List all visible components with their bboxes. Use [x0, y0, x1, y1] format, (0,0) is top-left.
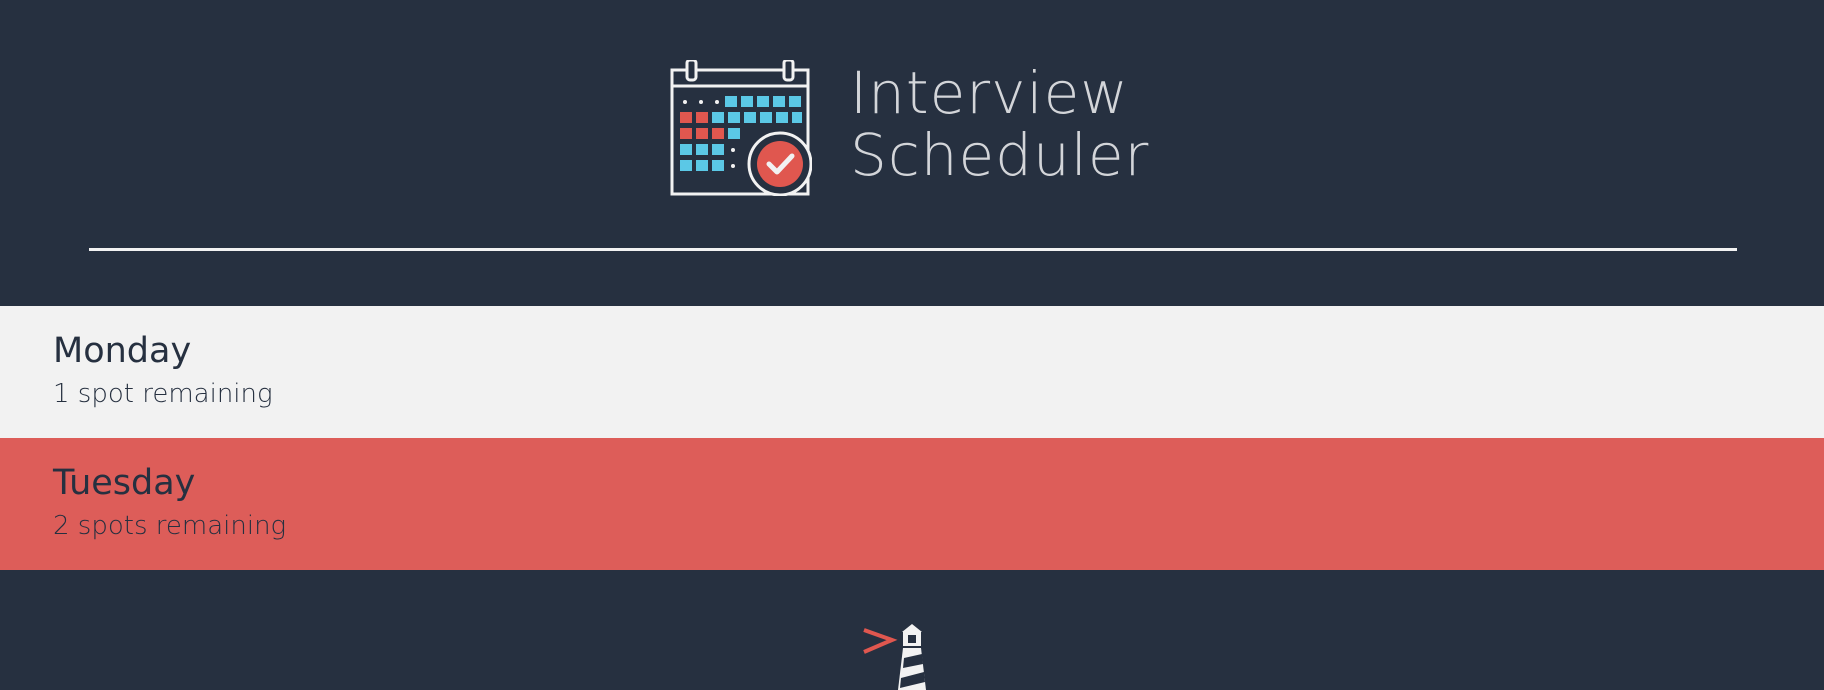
app-title-line2: Scheduler: [850, 121, 1150, 189]
day-spots-remaining: 1 spot remaining: [53, 379, 273, 409]
app-title-line1: Interview: [850, 59, 1129, 127]
calendar-check-icon: [670, 60, 812, 196]
header-divider: [89, 248, 1737, 251]
app-title: Interview Scheduler: [850, 62, 1149, 186]
header: Interview Scheduler: [0, 0, 1824, 306]
day-spots-remaining: 2 spots remaining: [53, 511, 287, 541]
day-list: Monday 1 spot remaining Tuesday 2 spots …: [0, 306, 1824, 570]
day-name: Monday: [53, 331, 192, 371]
app: Interview Scheduler Monday 1 spot remain…: [0, 0, 1824, 690]
day-list-item-monday[interactable]: Monday 1 spot remaining: [0, 306, 1824, 438]
app-logo: Interview Scheduler: [670, 56, 1150, 196]
footer: [0, 570, 1824, 690]
day-list-item-tuesday[interactable]: Tuesday 2 spots remaining: [0, 438, 1824, 570]
day-name: Tuesday: [53, 463, 196, 503]
lighthouse-icon: [863, 624, 926, 690]
